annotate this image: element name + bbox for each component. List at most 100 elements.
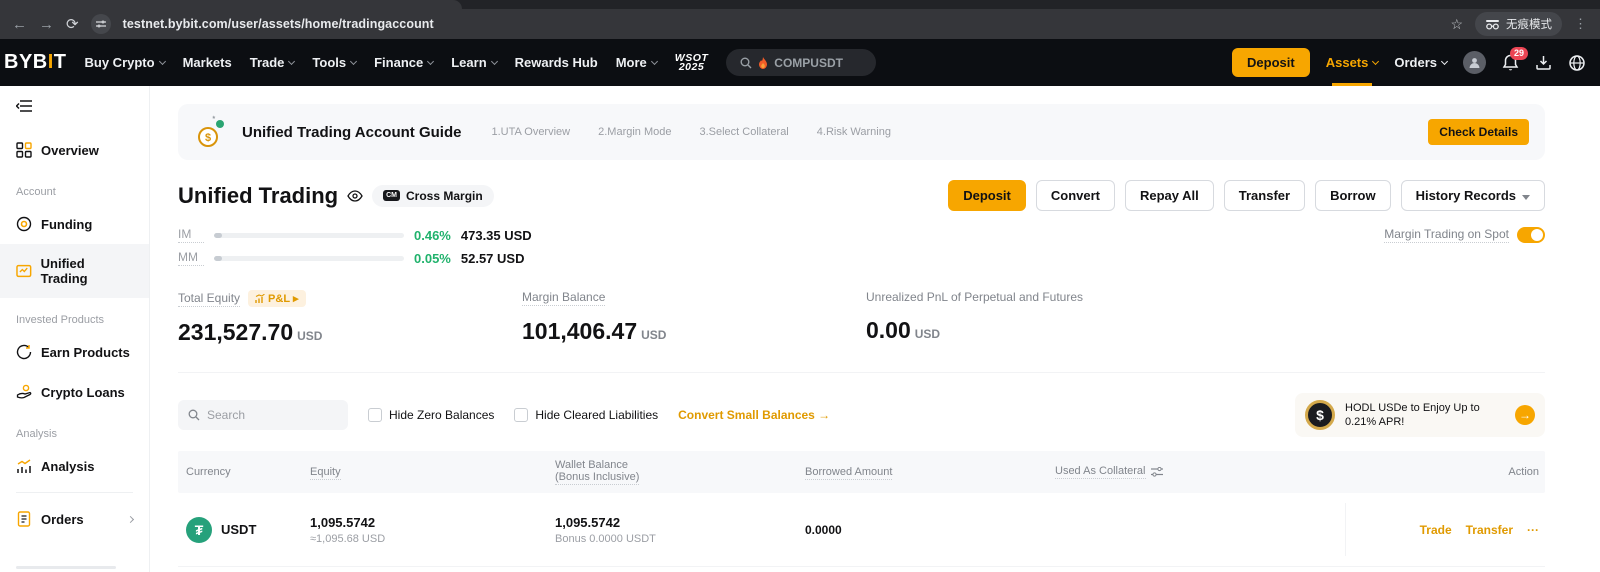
chevron-down-icon (350, 57, 357, 64)
funding-coin-icon (16, 216, 32, 232)
url-bar[interactable]: testnet.bybit.com/user/assets/home/tradi… (123, 17, 434, 31)
promo-arrow-button[interactable]: → (1515, 405, 1535, 425)
download-icon (1535, 54, 1552, 71)
incognito-label: 无痕模式 (1506, 16, 1552, 32)
convert-button[interactable]: Convert (1036, 180, 1115, 211)
nav-assets[interactable]: Assets (1326, 39, 1379, 86)
more-actions-icon[interactable]: ··· (1527, 523, 1539, 537)
download-app-button[interactable] (1535, 54, 1552, 71)
sidebar: Overview Account Funding Unified Trading… (0, 86, 150, 572)
wsot-2025-logo[interactable]: WSOT2025 (675, 54, 709, 72)
pnl-badge[interactable]: P&L ▸ (248, 290, 306, 307)
guide-step-3[interactable]: 3.Select Collateral (699, 126, 788, 138)
guide-step-2[interactable]: 2.Margin Mode (598, 126, 671, 138)
page-title: Unified Trading (178, 183, 338, 209)
sidebar-item-crypto-loans[interactable]: Crypto Loans (0, 372, 149, 412)
orders-document-icon (16, 511, 32, 527)
nav-trade[interactable]: Trade (250, 55, 295, 70)
currency-symbol: USDT (221, 522, 256, 537)
browser-tabstrip (0, 0, 1600, 9)
nav-learn[interactable]: Learn (451, 55, 496, 70)
mm-row: MM 0.05% 52.57 USD (178, 250, 532, 266)
wallet-balance-cell: 1,095.5742 Bonus 0.0000 USDT (555, 515, 805, 545)
bybit-logo[interactable]: BYBIT (4, 51, 67, 74)
back-button[interactable]: ← (12, 17, 27, 32)
sidebar-item-overview[interactable]: Overview (0, 130, 149, 170)
col-currency: Currency (186, 466, 310, 478)
margin-mode-badge[interactable]: CM Cross Margin (372, 185, 494, 207)
sidebar-item-earn-products[interactable]: Earn Products (0, 332, 149, 372)
asset-search[interactable] (178, 400, 348, 430)
sidebar-collapse-button[interactable] (0, 100, 149, 130)
col-action: Action (1345, 466, 1545, 478)
collateral-settings-icon[interactable] (1151, 467, 1163, 477)
convert-small-balances-link[interactable]: Convert Small Balances → (678, 408, 830, 422)
nav-search[interactable]: COMPUSDT (726, 49, 876, 76)
chevron-down-icon (288, 57, 295, 64)
sidebar-scrollbar[interactable] (16, 566, 116, 569)
table-row-usdc: $ USDC -36.740183 ≈-36.74 USD 63.251117 … (178, 567, 1545, 572)
sidebar-item-funding[interactable]: Funding (0, 204, 149, 244)
browser-toolbar: ← → ⟳ testnet.bybit.com/user/assets/home… (0, 9, 1600, 39)
nav-finance[interactable]: Finance (374, 55, 433, 70)
bookmark-star-icon[interactable]: ☆ (1450, 16, 1463, 33)
mm-progress-bar (214, 256, 404, 261)
notifications-button[interactable]: 29 (1502, 54, 1519, 72)
language-button[interactable] (1568, 54, 1586, 72)
checkbox-unchecked[interactable] (514, 408, 528, 422)
trade-link[interactable]: Trade (1420, 523, 1452, 537)
mm-percent: 0.05% (414, 251, 451, 266)
action-cell: Trade Transfer ··· (1345, 503, 1545, 556)
asset-search-input[interactable] (207, 408, 322, 422)
check-details-button[interactable]: Check Details (1428, 119, 1529, 145)
usde-promo-banner[interactable]: $ HODL USDe to Enjoy Up to 0.21% APR! → (1295, 393, 1545, 437)
sidebar-item-unified-trading[interactable]: Unified Trading (0, 244, 149, 298)
incognito-icon (1485, 19, 1500, 30)
eye-icon[interactable] (347, 190, 363, 202)
hide-zero-balances-checkbox[interactable]: Hide Zero Balances (368, 408, 494, 422)
sidebar-section-account: Account (0, 170, 149, 204)
mm-label: MM (178, 250, 204, 266)
history-records-button[interactable]: History Records (1401, 180, 1545, 211)
deposit-button[interactable]: Deposit (948, 180, 1026, 211)
sidebar-item-orders[interactable]: Orders (0, 499, 149, 539)
pnl-chart-icon (255, 294, 265, 303)
site-info-icon[interactable] (91, 14, 111, 34)
caret-down-icon (1522, 195, 1530, 200)
nav-rewards-hub[interactable]: Rewards Hub (515, 55, 598, 70)
hide-cleared-liabilities-checkbox[interactable]: Hide Cleared Liabilities (514, 408, 658, 422)
transfer-button[interactable]: Transfer (1224, 180, 1305, 211)
guide-title: Unified Trading Account Guide (242, 124, 461, 141)
repay-all-button[interactable]: Repay All (1125, 180, 1214, 211)
nav-tools[interactable]: Tools (312, 55, 356, 70)
total-equity-label: Total Equity (178, 291, 240, 307)
avatar[interactable] (1463, 51, 1486, 74)
reload-button[interactable]: ⟳ (66, 17, 79, 32)
sidebar-item-analysis[interactable]: Analysis (0, 446, 149, 486)
crypto-loans-icon (16, 384, 32, 400)
incognito-badge: 无痕模式 (1475, 12, 1562, 36)
checkbox-unchecked[interactable] (368, 408, 382, 422)
guide-step-1[interactable]: 1.UTA Overview (491, 126, 570, 138)
assets-table-header: Currency Equity Wallet Balance (Bonus In… (178, 451, 1545, 493)
im-progress-bar (214, 233, 404, 238)
margin-trading-toggle[interactable] (1517, 227, 1545, 243)
sidebar-section-invested: Invested Products (0, 298, 149, 332)
nav-deposit-button[interactable]: Deposit (1232, 48, 1310, 77)
browser-active-tab[interactable] (0, 0, 462, 9)
transfer-link[interactable]: Transfer (1466, 523, 1513, 537)
nav-buy-crypto[interactable]: Buy Crypto (85, 55, 165, 70)
earn-products-icon (16, 344, 32, 360)
forward-button[interactable]: → (39, 17, 54, 32)
im-row: IM 0.46% 473.35 USD (178, 227, 532, 243)
nav-orders[interactable]: Orders (1394, 55, 1447, 70)
nav-markets[interactable]: Markets (183, 55, 232, 70)
usdt-icon: ₮ (186, 517, 212, 543)
chevron-down-icon (159, 57, 166, 64)
browser-menu-icon[interactable]: ⋮ (1574, 16, 1588, 32)
borrow-button[interactable]: Borrow (1315, 180, 1391, 211)
nav-more[interactable]: More (616, 55, 657, 70)
overview-grid-icon (16, 142, 32, 158)
guide-step-4[interactable]: 4.Risk Warning (817, 126, 891, 138)
caret-right: ▸ (293, 292, 299, 305)
